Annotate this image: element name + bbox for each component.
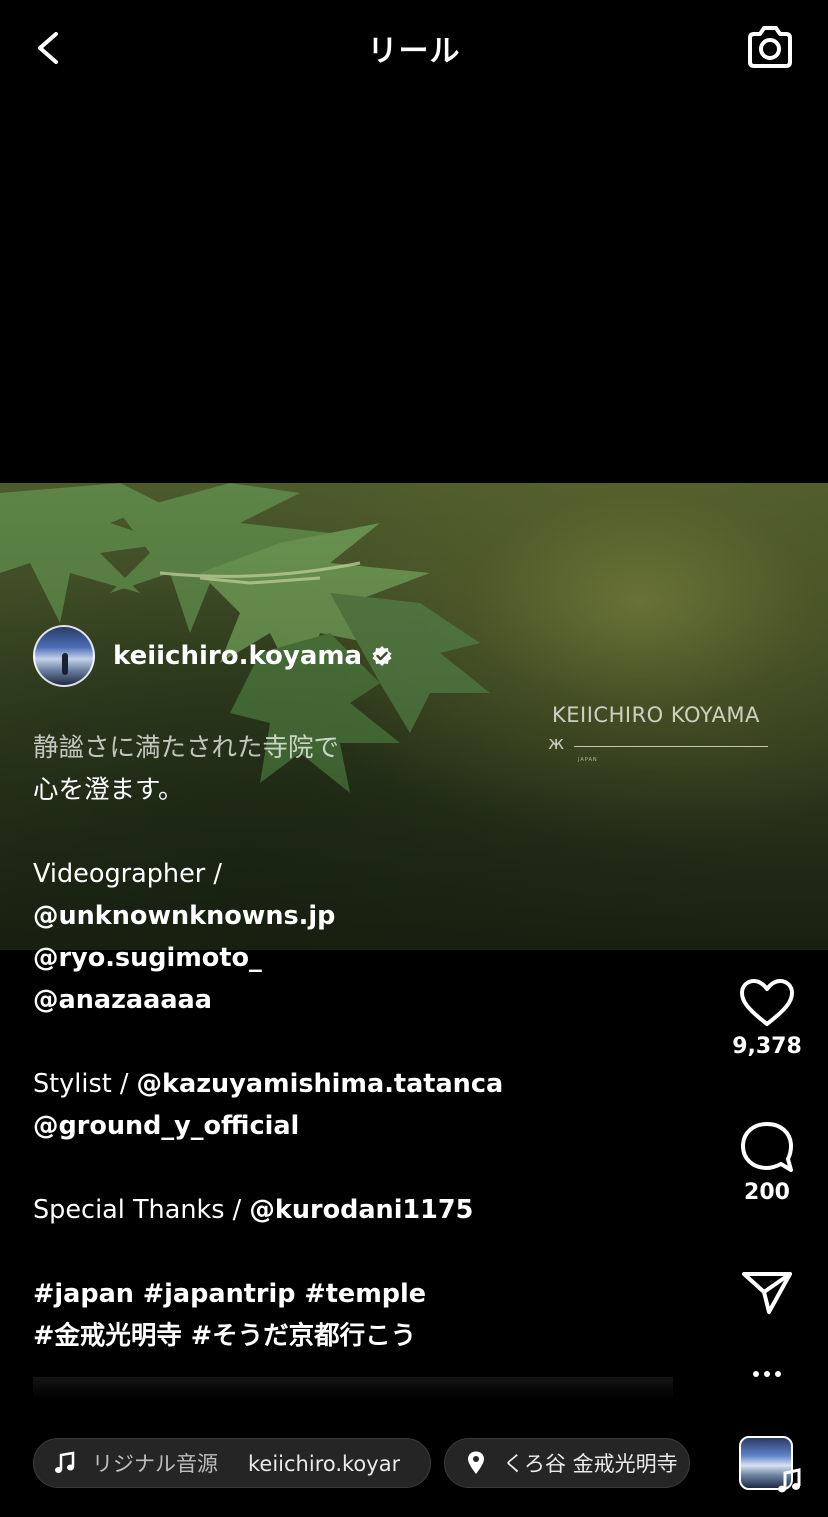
bottom-bar: リジナル音源 keiichiro.koyar くろ谷 金戒光明寺 <box>0 1432 828 1494</box>
camera-icon <box>748 26 792 68</box>
thanks-line: Special Thanks / @kurodani1175 <box>33 1189 693 1231</box>
mention-link[interactable]: @ground_y_official <box>33 1105 693 1147</box>
caption-line-2: 心を澄ます。 <box>33 775 184 805</box>
camera-button[interactable] <box>742 22 798 74</box>
caption-fade <box>33 1377 673 1399</box>
comment-icon[interactable] <box>739 1120 795 1174</box>
author-row[interactable]: keiichiro.koyama <box>33 625 393 687</box>
top-bar: リール <box>0 0 828 100</box>
videographer-label: Videographer / <box>33 859 222 889</box>
more-icon[interactable] <box>739 1364 795 1384</box>
music-note-icon <box>778 1468 801 1493</box>
location-name: くろ谷 金戒光明寺 <box>503 1452 678 1476</box>
stylist-line: Stylist / @kazuyamishima.tatanca <box>33 1063 693 1105</box>
audio-user: keiichiro.koyar <box>248 1452 401 1476</box>
post-caption[interactable]: 静謐さに満たされた寺院で 心を澄ます。 Videographer / @unkn… <box>33 727 693 1399</box>
hashtag-line[interactable]: #金戒光明寺 #そうだ京都行こう <box>33 1315 693 1357</box>
page-title: リール <box>367 34 461 69</box>
mention-link[interactable]: @kazuyamishima.tatanca <box>137 1069 504 1099</box>
caption-line-1: 静謐さに満たされた寺院で <box>33 733 340 763</box>
audio-text: リジナル音源 keiichiro.koyar <box>92 1448 400 1478</box>
username[interactable]: keiichiro.koyama <box>113 641 362 671</box>
thanks-label: Special Thanks / <box>33 1195 250 1225</box>
like-action: 9,378 <box>722 978 812 1059</box>
avatar-figure <box>62 653 68 675</box>
heart-icon[interactable] <box>739 978 795 1028</box>
stylist-label: Stylist / <box>33 1069 137 1099</box>
like-count[interactable]: 9,378 <box>722 1034 812 1059</box>
location-pin-icon <box>468 1451 484 1474</box>
mention-link[interactable]: @anazaaaaa <box>33 979 693 1021</box>
audio-label: リジナル音源 <box>92 1452 218 1476</box>
hashtag-line[interactable]: #japan #japantrip #temple <box>33 1273 693 1315</box>
send-icon[interactable] <box>739 1268 795 1316</box>
location-pill[interactable]: くろ谷 金戒光明寺 <box>444 1438 690 1488</box>
watermark-name: KEIICHIRO KOYAMA <box>552 703 760 727</box>
mention-link[interactable]: @unknownknowns.jp <box>33 895 693 937</box>
mention-link[interactable]: @ryo.sugimoto_ <box>33 937 693 979</box>
mention-link[interactable]: @kurodani1175 <box>249 1195 473 1225</box>
comment-count[interactable]: 200 <box>722 1180 812 1205</box>
more-action <box>722 1364 812 1388</box>
music-note-icon <box>55 1451 75 1473</box>
verified-badge-icon <box>372 646 392 666</box>
avatar[interactable] <box>33 625 95 687</box>
share-action <box>722 1268 812 1320</box>
audio-pill[interactable]: リジナル音源 keiichiro.koyar <box>33 1438 431 1488</box>
comment-action: 200 <box>722 1120 812 1205</box>
